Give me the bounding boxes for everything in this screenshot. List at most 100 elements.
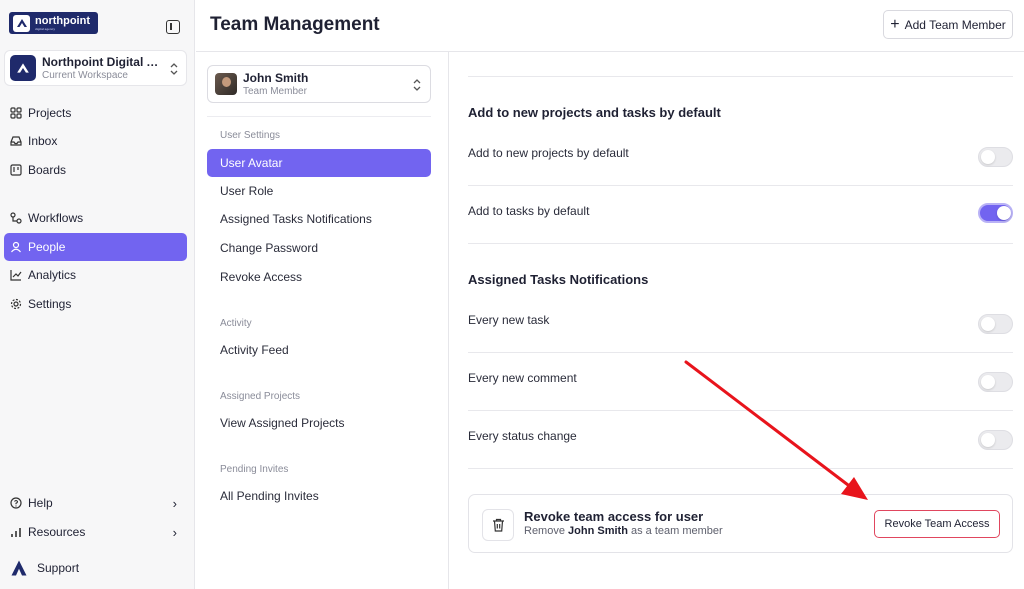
toggle-knob [981,317,995,331]
revoke-sub-prefix: Remove [524,525,565,537]
analytics-icon [9,269,22,282]
divider [468,76,1013,77]
user-settings-panel: John Smith Team Member User Settings Use… [196,52,449,589]
divider [468,410,1013,411]
settings-item-user-role[interactable]: User Role [207,177,431,205]
avatar [215,73,237,95]
user-selector[interactable]: John Smith Team Member [207,65,431,103]
nav-item-projects[interactable]: Projects [4,99,187,127]
revoke-sub-suffix: as a team member [630,525,723,537]
nav-label-resources: Resources [28,525,86,539]
divider [468,243,1013,244]
nav-item-inbox[interactable]: Inbox [4,127,187,155]
logo-text: northpoint [35,14,90,27]
plus-icon: + [890,15,900,33]
gear-icon [9,298,22,311]
add-team-member-button[interactable]: + Add Team Member [883,10,1013,39]
settings-item-user-avatar[interactable]: User Avatar [207,149,431,177]
nav-label-analytics: Analytics [28,268,77,282]
nav-label-inbox: Inbox [28,134,58,148]
nav-item-analytics[interactable]: Analytics [4,261,187,289]
setting-label: Add to new projects by default [468,146,629,160]
section-label-pending-invites: Pending Invites [220,464,289,475]
chevron-right-icon: › [172,495,177,511]
settings-item-revoke-access[interactable]: Revoke Access [207,263,431,291]
sidebar: northpoint digital agency Northpoint Dig… [0,0,195,589]
revoke-title: Revoke team access for user [524,509,704,524]
logo-mark-icon [13,14,30,32]
logo-tagline: digital agency [35,26,56,31]
revoke-team-access-button[interactable]: Revoke Team Access [874,510,1000,538]
toggle-add-to-new-projects[interactable] [978,147,1013,167]
nav-label-people: People [28,240,66,254]
toggle-knob [997,206,1011,220]
trash-icon [482,509,514,541]
workspace-label: Current Workspace [42,70,128,81]
workspace-name: Northpoint Digital Ag... [42,55,162,69]
nav-item-people[interactable]: People [4,233,187,261]
setting-label: Every new task [468,313,550,327]
page-header: Team Management + Add Team Member [196,0,1024,52]
toggle-every-status-change[interactable] [978,430,1013,450]
board-icon [9,164,22,177]
setting-label: Every new comment [468,371,577,385]
add-team-member-label: Add Team Member [904,17,1006,32]
divider [468,468,1013,469]
bar-chart-icon [9,526,22,539]
toggle-add-to-tasks[interactable] [978,203,1013,223]
nav-item-support[interactable]: Support [4,554,187,582]
main-content: Add to new projects and tasks by default… [450,52,1024,589]
selected-user-name: John Smith [243,71,309,85]
nav-label-support: Support [37,561,80,575]
toggle-every-new-task[interactable] [978,314,1013,334]
page-title: Team Management [210,14,380,35]
nav-label-projects: Projects [28,106,72,120]
nav-label-help: Help [28,496,53,510]
revoke-description: Remove John Smith as a team member [524,525,723,537]
settings-item-change-password[interactable]: Change Password [207,234,431,262]
settings-item-view-assigned-projects[interactable]: View Assigned Projects [207,409,431,437]
nav-item-settings[interactable]: Settings [4,290,187,318]
settings-item-all-pending-invites[interactable]: All Pending Invites [207,482,431,510]
nav-item-help[interactable]: Help › [4,489,187,517]
divider [468,185,1013,186]
revoke-sub-name: John Smith [568,525,628,537]
support-logo-icon [9,558,29,578]
nav-label-workflows: Workflows [28,211,84,225]
help-icon [9,497,22,510]
person-icon [9,241,22,254]
collapse-sidebar-icon[interactable] [166,20,180,34]
setting-label: Add to tasks by default [468,204,590,218]
inbox-icon [9,135,22,148]
setting-label: Every status change [468,429,577,443]
nav-item-boards[interactable]: Boards [4,156,187,184]
divider [207,116,431,117]
toggle-knob [981,433,995,447]
chevron-updown-icon [170,63,178,75]
settings-item-assigned-tasks-notifications[interactable]: Assigned Tasks Notifications [207,205,431,233]
revoke-access-card: Revoke team access for user Remove John … [468,494,1013,553]
workflow-icon [9,212,22,225]
grid-icon [9,107,22,120]
section-label-user-settings: User Settings [220,130,281,141]
nav-label-settings: Settings [28,297,72,311]
nav-item-resources[interactable]: Resources › [4,518,187,546]
defaults-section-title: Add to new projects and tasks by default [468,105,721,120]
section-label-activity: Activity [220,318,252,329]
toggle-every-new-comment[interactable] [978,372,1013,392]
toggle-knob [981,375,995,389]
chevron-right-icon: › [172,524,177,540]
workspace-switcher[interactable]: Northpoint Digital Ag... Current Workspa… [4,50,187,86]
divider [468,352,1013,353]
toggle-knob [981,150,995,164]
brand-logo[interactable]: northpoint digital agency [9,12,98,34]
chevron-updown-icon [413,79,421,91]
workspace-logo-icon [10,55,36,81]
logo-wordmark: northpoint digital agency [35,14,90,31]
notifications-section-title: Assigned Tasks Notifications [468,272,649,287]
section-label-assigned-projects: Assigned Projects [220,391,301,402]
selected-user-role: Team Member [243,86,307,97]
nav-item-workflows[interactable]: Workflows [4,204,187,232]
settings-item-activity-feed[interactable]: Activity Feed [207,336,431,364]
nav-label-boards: Boards [28,163,67,177]
